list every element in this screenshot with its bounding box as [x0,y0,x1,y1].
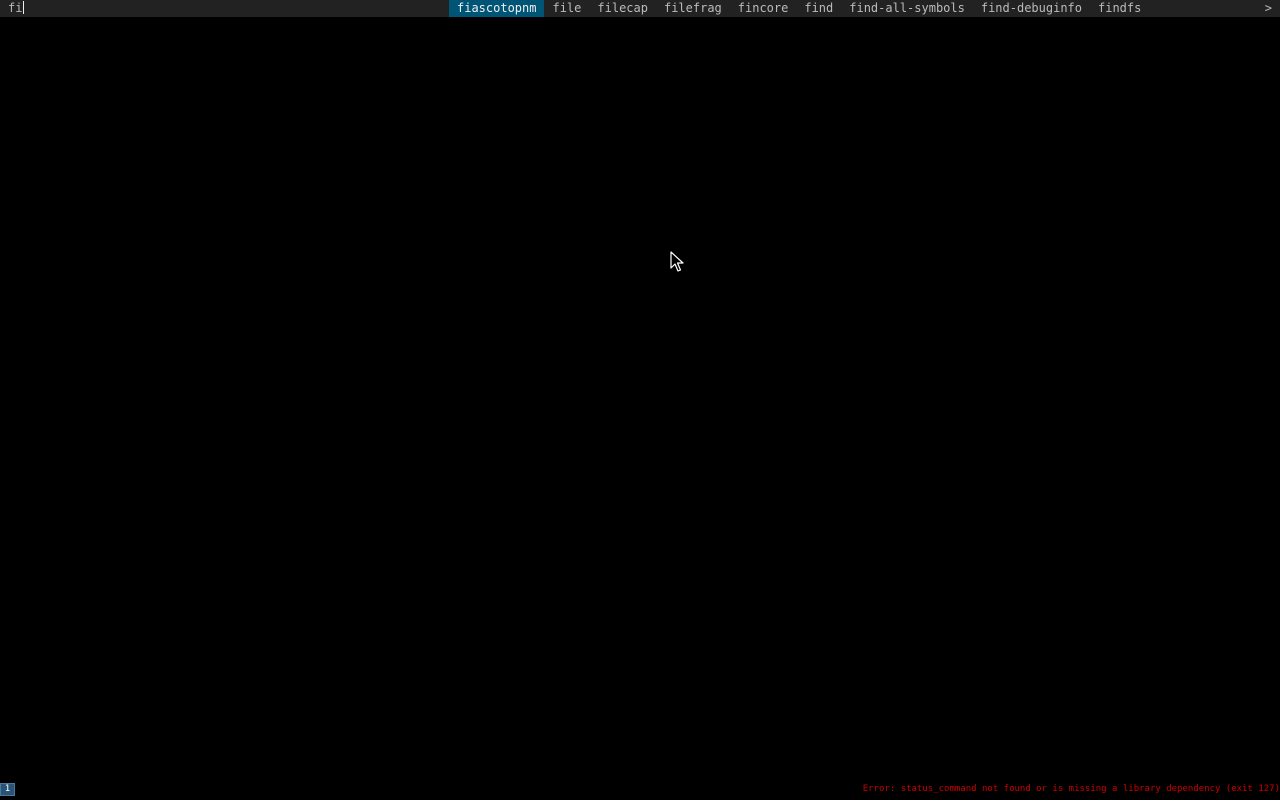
launcher-item[interactable]: findfs [1090,0,1149,17]
dmenu-launcher-bar: fi fiascotopnm file filecap filefrag fin… [0,0,1280,17]
launcher-item[interactable]: find-all-symbols [841,0,973,17]
status-error-message: Error: status_command not found or is mi… [862,784,1280,794]
launcher-item[interactable]: filefrag [656,0,730,17]
launcher-item[interactable]: file [544,0,589,17]
launcher-item-list: fiascotopnm file filecap filefrag fincor… [449,0,1149,17]
workspace-button[interactable]: 1 [0,783,15,796]
launcher-input-text: fi [8,1,23,15]
launcher-item[interactable]: filecap [589,0,656,17]
launcher-item[interactable]: fiascotopnm [449,0,545,17]
more-items-arrow-icon[interactable]: > [1265,0,1272,17]
launcher-item[interactable]: find [796,0,841,17]
launcher-input[interactable]: fi [8,0,25,17]
launcher-item[interactable]: fincore [730,0,797,17]
mouse-pointer-icon [670,251,684,272]
text-cursor [23,1,25,14]
launcher-item[interactable]: find-debuginfo [973,0,1090,17]
status-bar: 1 Error: status_command not found or is … [0,780,1280,800]
desktop: fi fiascotopnm file filecap filefrag fin… [0,0,1280,800]
